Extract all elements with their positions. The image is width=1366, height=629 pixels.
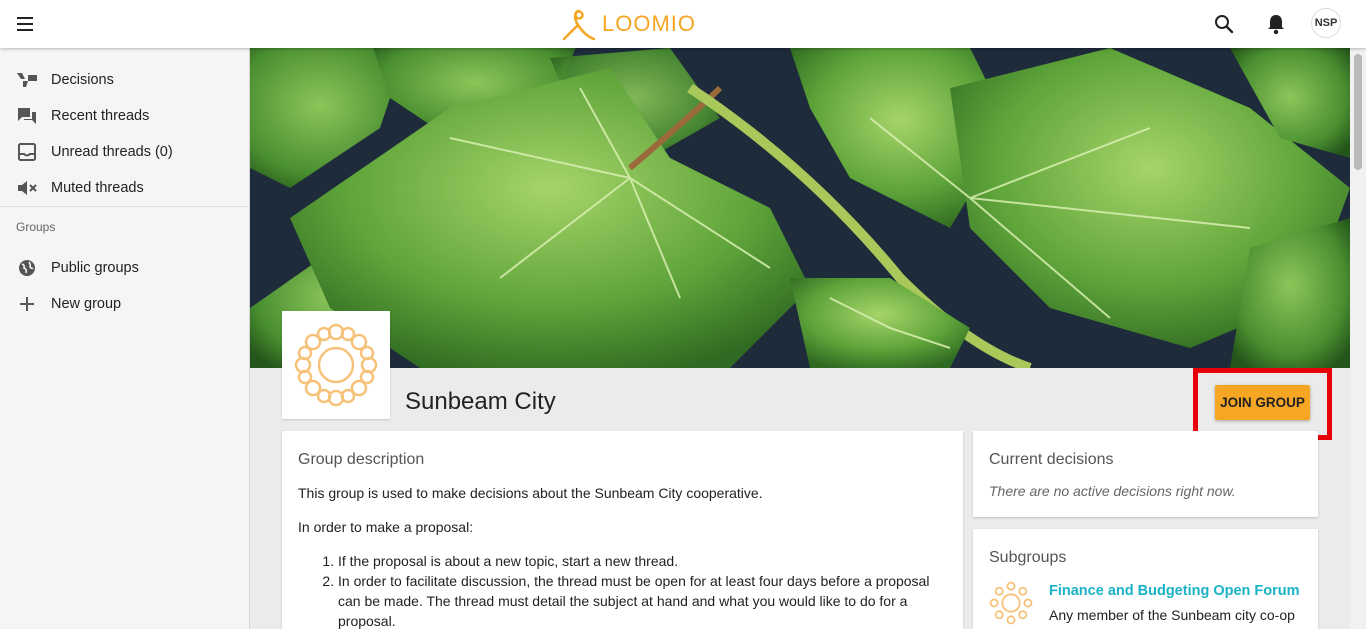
subgroup-description: Any member of the Sunbeam city co-op can… — [1049, 607, 1295, 629]
sidebar-divider — [0, 206, 249, 207]
plus-icon — [16, 294, 38, 314]
sidebar-item-label: Decisions — [51, 72, 114, 88]
bell-icon[interactable] — [1262, 10, 1290, 38]
sunburst-logo-icon — [294, 323, 378, 407]
sidebar-item-recent-threads[interactable]: Recent threads — [0, 98, 249, 134]
search-icon[interactable] — [1210, 10, 1238, 38]
logo-text: LOOMIO — [602, 11, 697, 36]
top-bar: LOOMIO NSP — [0, 0, 1366, 48]
sidebar-item-label: Unread threads (0) — [51, 144, 173, 160]
user-avatar[interactable]: NSP — [1311, 8, 1341, 38]
card-title: Current decisions — [989, 451, 1114, 468]
chat-icon — [16, 106, 38, 126]
list-item: In order to facilitate discussion, the t… — [338, 571, 947, 629]
no-decisions-text: There are no active decisions right now. — [989, 483, 1236, 499]
sidebar-item-new-group[interactable]: New group — [0, 286, 249, 322]
description-intro: This group is used to make decisions abo… — [298, 485, 763, 501]
current-decisions-card: Current decisions There are no active de… — [973, 431, 1318, 517]
loomio-logo[interactable]: LOOMIO — [562, 6, 696, 42]
list-item: If the proposal is about a new topic, st… — [338, 551, 947, 571]
group-description-card: Group description This group is used to … — [282, 431, 963, 629]
description-steps: If the proposal is about a new topic, st… — [338, 551, 947, 629]
scrollbar-thumb[interactable] — [1354, 54, 1362, 170]
sidebar-item-unread-threads[interactable]: Unread threads (0) — [0, 134, 249, 170]
sidebar-groups-heading: Groups — [16, 220, 56, 234]
inbox-icon — [16, 142, 38, 162]
globe-icon — [16, 258, 38, 278]
sidebar: Decisions Recent threads Unread threads … — [0, 48, 250, 629]
sidebar-item-label: Muted threads — [51, 180, 144, 196]
sidebar-item-label: Recent threads — [51, 108, 150, 124]
subgroups-card: Subgroups Finance and Budgeting Open For… — [973, 529, 1318, 629]
hamburger-menu-icon[interactable] — [14, 13, 38, 35]
page-scrollbar[interactable] — [1350, 48, 1366, 629]
subgroup-name-link[interactable]: Finance and Budgeting Open Forum — [1049, 583, 1300, 599]
card-title: Subgroups — [989, 549, 1067, 566]
group-name: Sunbeam City — [405, 388, 556, 415]
join-group-button[interactable]: JOIN GROUP — [1215, 385, 1310, 420]
sunburst-logo-icon — [989, 581, 1033, 625]
mute-icon — [16, 178, 38, 198]
sidebar-item-label: New group — [51, 296, 122, 312]
loomio-logo-icon — [562, 9, 596, 41]
sidebar-item-public-groups[interactable]: Public groups — [0, 250, 249, 286]
sidebar-item-muted-threads[interactable]: Muted threads — [0, 170, 249, 206]
card-title: Group description — [298, 451, 425, 468]
group-logo — [282, 311, 390, 419]
sidebar-item-decisions[interactable]: Decisions — [0, 62, 249, 98]
thumbs-icon — [16, 70, 38, 90]
group-cover-image — [250, 48, 1350, 368]
description-lead: In order to make a proposal: — [298, 519, 474, 535]
sidebar-item-label: Public groups — [51, 260, 139, 276]
